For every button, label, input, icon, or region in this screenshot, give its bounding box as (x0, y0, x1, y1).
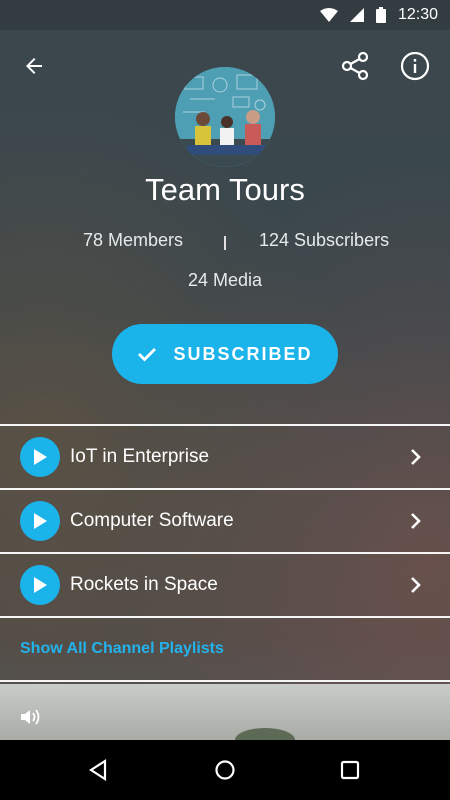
volume-icon[interactable] (20, 708, 48, 726)
info-icon (400, 51, 430, 81)
divider (0, 680, 450, 682)
chevron-right-icon (411, 513, 421, 529)
play-icon (20, 501, 60, 541)
channel-title: Team Tours (145, 172, 305, 207)
stats-divider (224, 236, 226, 250)
chevron-right-icon (411, 577, 421, 593)
subscribed-label: SUBSCRIBED (173, 343, 313, 364)
channel-avatar (175, 67, 275, 167)
members-count: 78 Members (83, 230, 184, 250)
playlist-item-rockets-in-space[interactable]: Rockets in Space (0, 554, 450, 616)
nav-back-icon (88, 759, 107, 781)
system-nav-bar (0, 740, 450, 800)
back-button[interactable] (10, 42, 58, 90)
wifi-icon (319, 8, 338, 22)
playlist-label: Rockets in Space (70, 574, 218, 595)
status-time: 12:30 (397, 6, 438, 23)
playlist-label: Computer Software (70, 510, 234, 531)
share-button[interactable] (331, 42, 379, 90)
media-count: 24 Media (187, 270, 263, 290)
battery-icon (375, 7, 386, 23)
divider (0, 616, 450, 618)
playlist-item-computer-software[interactable]: Computer Software (0, 490, 450, 552)
chevron-right-icon (411, 449, 421, 465)
check-icon (138, 348, 157, 362)
info-button[interactable] (391, 42, 439, 90)
show-all-playlists-link[interactable]: Show All Channel Playlists (20, 640, 224, 658)
channel-stats: 78 Members 124 Subscribers (0, 230, 450, 256)
video-thumbnail-tree (235, 728, 295, 740)
status-bar: 12:30 (0, 0, 450, 30)
subscribers-count: 124 Subscribers (259, 230, 390, 250)
nav-recents-button[interactable] (330, 750, 370, 790)
nav-back-button[interactable] (78, 750, 118, 790)
cell-signal-icon (349, 8, 364, 22)
playlist-item-iot-in-enterprise[interactable]: IoT in Enterprise (0, 426, 450, 488)
play-icon (20, 437, 60, 477)
nav-recents-icon (340, 760, 360, 780)
nav-home-button[interactable] (205, 750, 245, 790)
video-preview[interactable] (0, 684, 450, 740)
nav-home-icon (215, 760, 235, 780)
share-icon (341, 51, 369, 81)
arrow-back-icon (26, 58, 42, 74)
play-icon (20, 565, 60, 605)
subscribed-button[interactable]: SUBSCRIBED (112, 324, 338, 384)
playlist-label: IoT in Enterprise (70, 446, 210, 467)
